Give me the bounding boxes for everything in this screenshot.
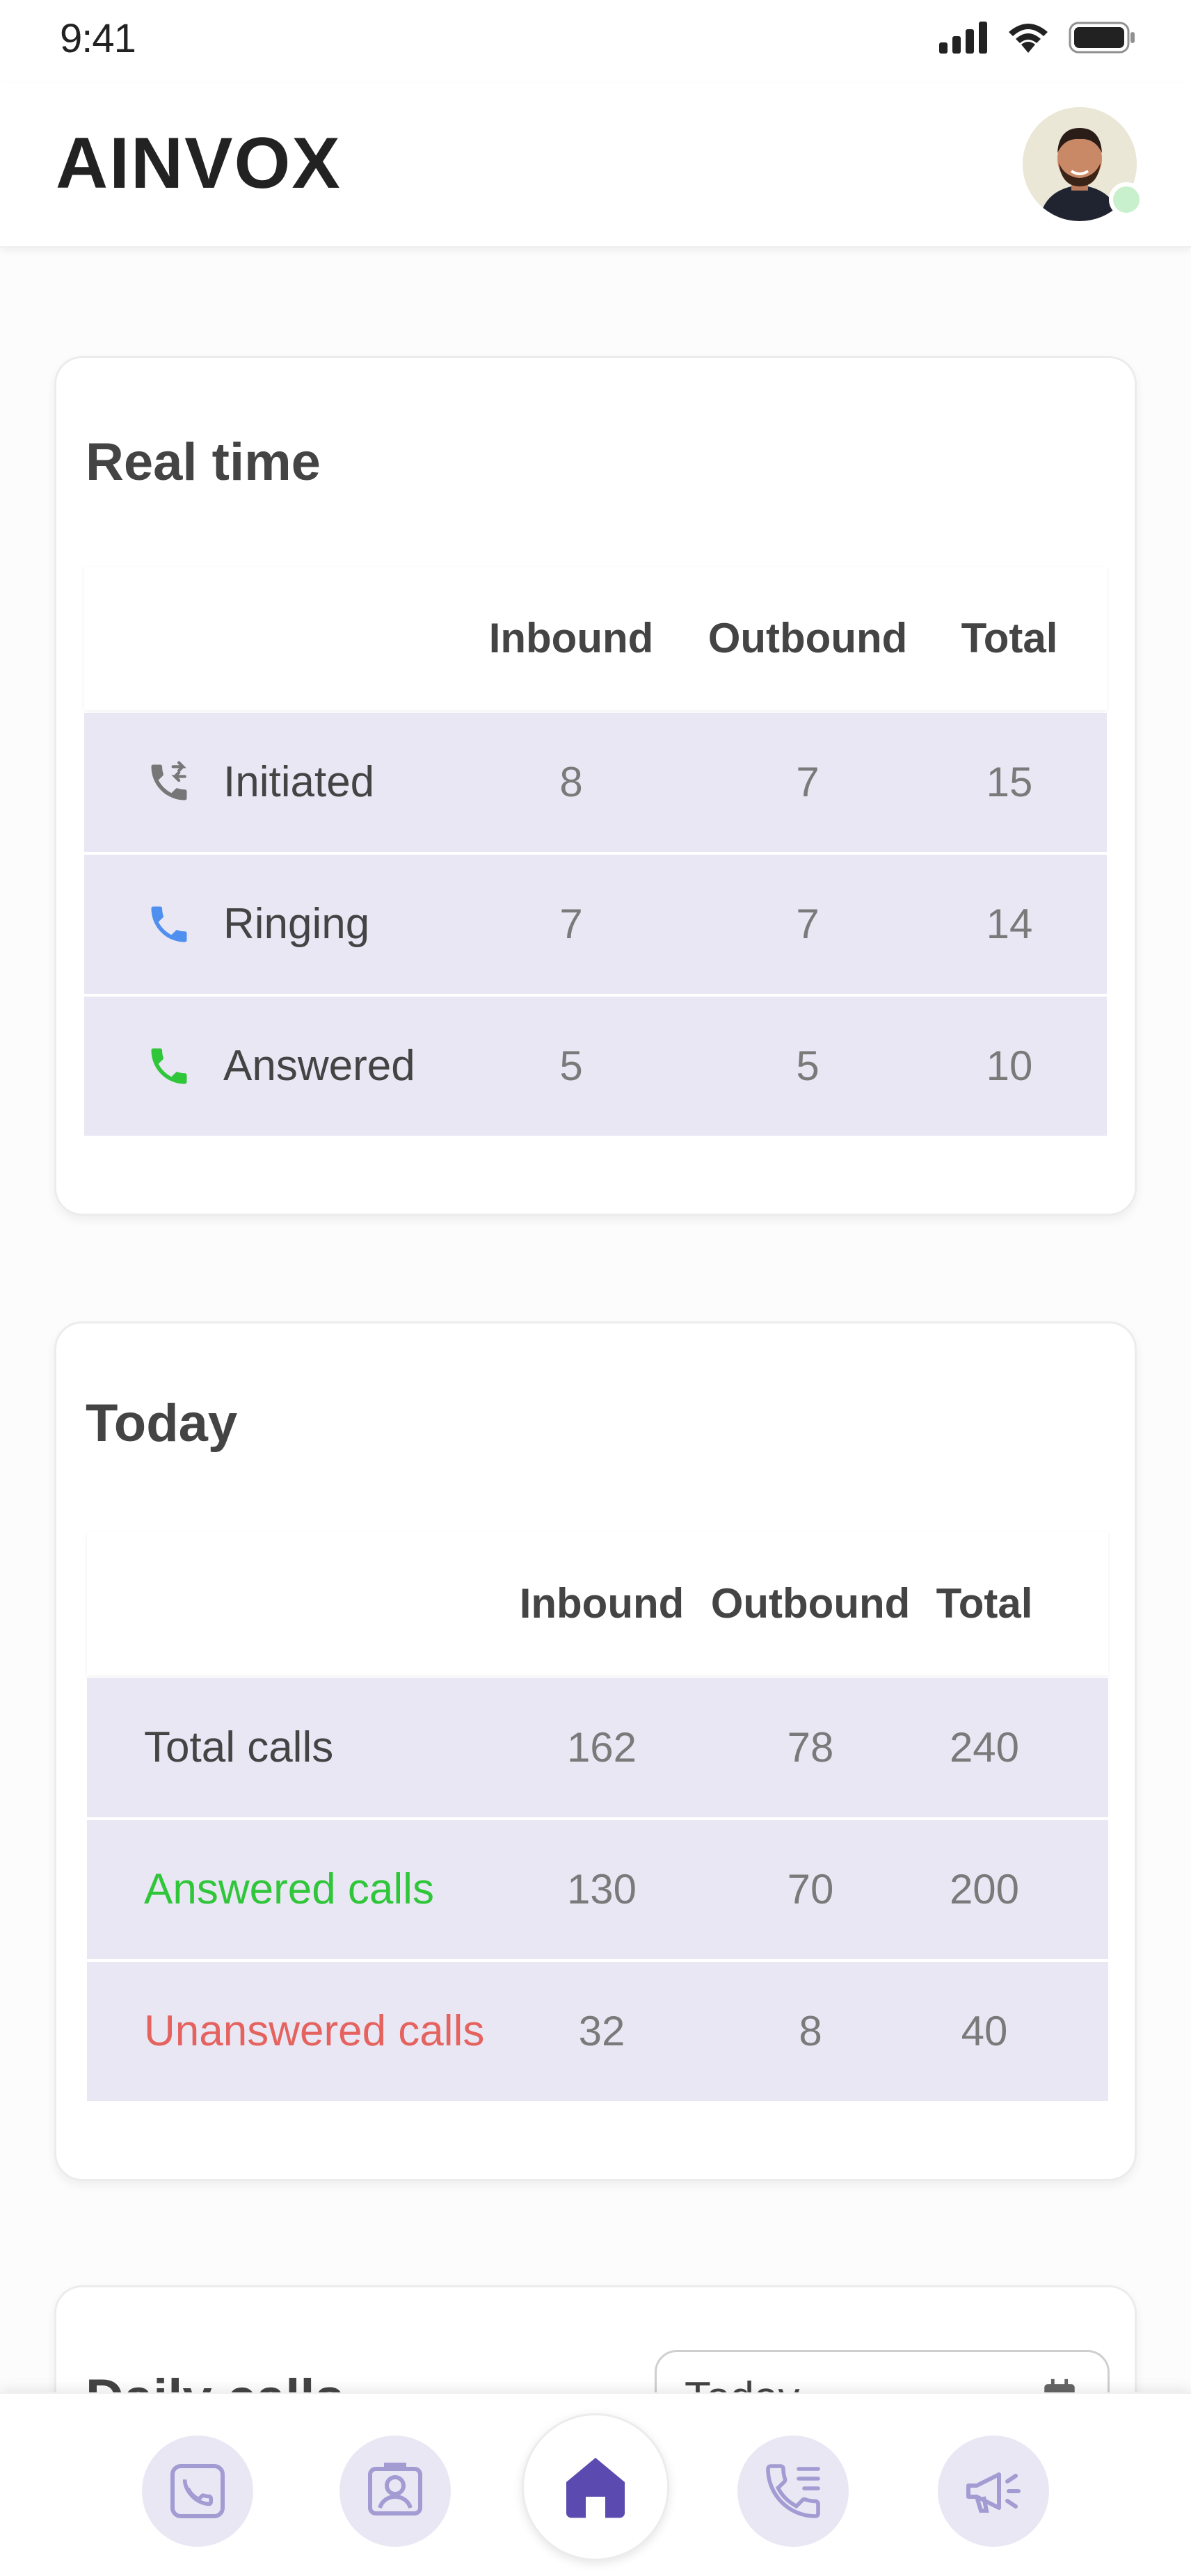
realtime-card: Real time Inbound Outbound Total Initiat… xyxy=(54,356,1137,1216)
cell-outbound: 7 xyxy=(796,759,820,805)
cell-inbound: 8 xyxy=(559,759,583,805)
nav-home[interactable] xyxy=(522,2413,669,2561)
row-label-answered-calls: Answered calls xyxy=(144,1865,434,1913)
realtime-table: Inbound Outbound Total Initiated 8 7 15 … xyxy=(84,567,1107,1136)
phone-answered-icon xyxy=(151,1048,187,1084)
column-total: Total xyxy=(936,1580,1033,1627)
row-label-unanswered-calls: Unanswered calls xyxy=(144,2007,485,2055)
status-time: 9:41 xyxy=(60,16,136,61)
cellular-signal-icon xyxy=(939,22,987,54)
cell-inbound: 162 xyxy=(566,1724,637,1771)
status-bar: 9:41 xyxy=(0,0,1191,83)
online-status-indicator xyxy=(1109,182,1144,217)
cell-total: 14 xyxy=(986,901,1033,947)
table-row[interactable]: Total calls 162 78 240 xyxy=(87,1678,1108,1817)
cell-inbound: 5 xyxy=(559,1043,583,1089)
today-title: Today xyxy=(86,1394,238,1453)
realtime-title: Real time xyxy=(86,433,321,492)
column-inbound: Inbound xyxy=(519,1580,685,1627)
cell-outbound: 70 xyxy=(787,1866,834,1913)
status-icons xyxy=(939,21,1135,54)
cell-outbound: 8 xyxy=(799,2008,822,2054)
cell-total: 15 xyxy=(986,759,1033,805)
row-label-initiated: Initiated xyxy=(223,758,375,806)
nav-call-log[interactable] xyxy=(142,2436,253,2547)
table-row[interactable]: Unanswered calls 32 8 40 xyxy=(87,1962,1108,2101)
cell-total: 200 xyxy=(949,1866,1020,1913)
bottom-navigation xyxy=(0,2392,1191,2576)
table-row[interactable]: Answered calls 130 70 200 xyxy=(87,1820,1108,1959)
app-title: AINVOX xyxy=(56,123,342,204)
nav-call-list[interactable] xyxy=(737,2436,849,2547)
row-label-answered: Answered xyxy=(223,1042,415,1090)
app-header: AINVOX xyxy=(0,83,1191,248)
column-inbound: Inbound xyxy=(488,615,654,661)
campaign-icon xyxy=(966,2472,1021,2513)
cell-total: 240 xyxy=(949,1724,1020,1771)
cell-outbound: 5 xyxy=(796,1043,820,1089)
cell-inbound: 130 xyxy=(566,1866,637,1913)
row-label-total-calls: Total calls xyxy=(144,1723,334,1771)
cell-inbound: 32 xyxy=(578,2008,625,2054)
table-header: Inbound Outbound Total xyxy=(84,567,1107,710)
home-icon xyxy=(566,2458,625,2518)
today-table: Inbound Outbound Total Total calls 162 7… xyxy=(87,1532,1108,2101)
table-row[interactable]: Ringing 7 7 14 xyxy=(84,855,1107,994)
table-row[interactable]: Initiated 8 7 15 xyxy=(84,713,1107,852)
cell-total: 40 xyxy=(961,2008,1008,2054)
cell-inbound: 7 xyxy=(559,901,583,947)
table-row[interactable]: Answered 5 5 10 xyxy=(84,997,1107,1136)
column-total: Total xyxy=(961,615,1058,661)
row-label-ringing: Ringing xyxy=(223,900,370,948)
cell-total: 10 xyxy=(986,1043,1033,1089)
wifi-icon xyxy=(1009,24,1048,53)
call-list-icon xyxy=(766,2464,820,2518)
today-card: Today Inbound Outbound Total Total calls… xyxy=(54,1321,1137,2181)
contacts-icon xyxy=(368,2463,422,2515)
cell-outbound: 78 xyxy=(787,1724,834,1771)
nav-contacts[interactable] xyxy=(339,2436,451,2547)
battery-icon xyxy=(1069,22,1135,54)
column-outbound: Outbound xyxy=(710,1580,911,1627)
table-header: Inbound Outbound Total xyxy=(87,1532,1108,1675)
cell-outbound: 7 xyxy=(796,901,820,947)
nav-campaigns[interactable] xyxy=(938,2436,1049,2547)
column-outbound: Outbound xyxy=(708,615,908,661)
phone-ringing-icon xyxy=(151,906,187,942)
call-log-icon xyxy=(170,2464,225,2518)
phone-transfer-icon xyxy=(151,761,187,800)
